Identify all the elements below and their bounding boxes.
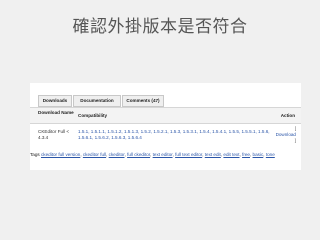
tag-link[interactable]: ckeditor full — [83, 152, 106, 157]
download-name: CKEditor Full < 4.3.4 — [38, 129, 70, 140]
tab-documentation[interactable]: Documentation — [73, 95, 121, 107]
tag-link[interactable]: full ckeditor — [127, 152, 150, 157]
tag-link[interactable]: text editor — [153, 152, 173, 157]
tags-label: Tags — [30, 152, 40, 157]
table-header: Download Name Compatibility Action — [30, 107, 301, 124]
tag-link[interactable]: edit text — [223, 152, 239, 157]
action-cell: [ Download ] — [272, 126, 296, 143]
header-compatibility: Compatibility — [78, 113, 108, 118]
tag-link[interactable]: full text editor — [175, 152, 202, 157]
header-download-name: Download Name — [38, 110, 74, 115]
bracket-close: ] — [294, 137, 296, 143]
plugin-details-panel: Downloads Documentation Comments (47) Do… — [30, 83, 301, 170]
tab-downloads[interactable]: Downloads — [38, 95, 72, 107]
tag-link[interactable]: basic — [253, 152, 264, 157]
tag-link[interactable]: ckeditor full version — [41, 152, 80, 157]
tag-link[interactable]: free — [242, 152, 250, 157]
tags-line: Tags ckeditor full version, ckeditor ful… — [30, 152, 275, 157]
table-row: CKEditor Full < 4.3.4 1.5.1, 1.5.1.1, 1.… — [30, 124, 301, 148]
header-action: Action — [280, 113, 295, 118]
tag-link[interactable]: text edit — [205, 152, 221, 157]
download-link[interactable]: Download — [272, 132, 296, 138]
tab-comments[interactable]: Comments (47) — [122, 95, 164, 107]
tag-link[interactable]: tone — [266, 152, 275, 157]
slide-title: 確認外掛版本是否符合 — [72, 17, 248, 37]
compatible-versions: 1.5.1, 1.5.1.1, 1.5.1.2, 1.5.1.3, 1.5.2,… — [78, 129, 270, 140]
tag-link[interactable]: ckeditor — [109, 152, 125, 157]
